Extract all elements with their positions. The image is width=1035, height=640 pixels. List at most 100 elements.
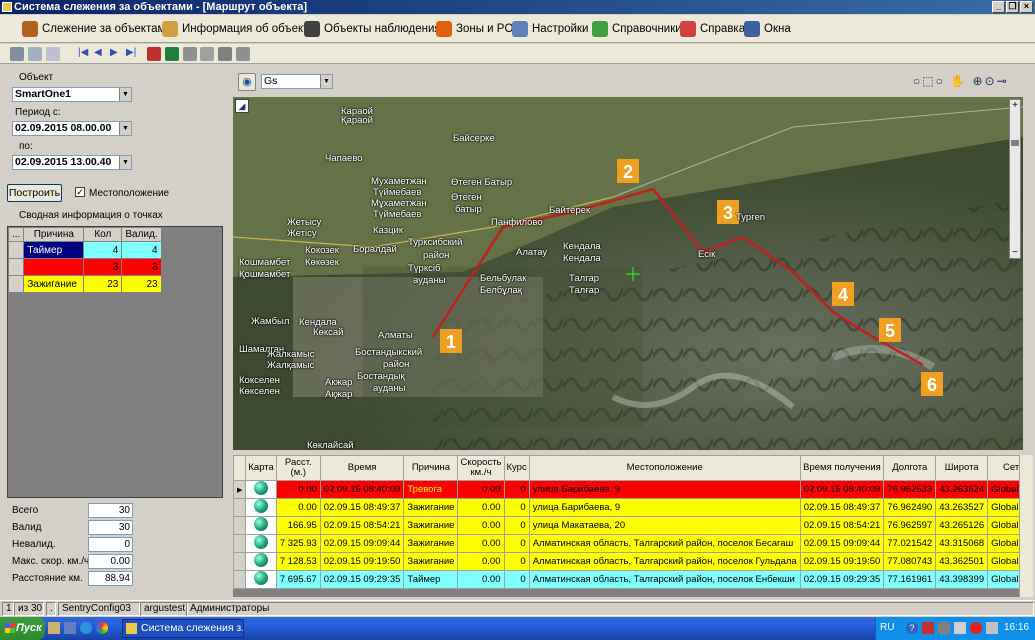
summary-row[interactable]: Тревога 3 3 bbox=[7, 258, 162, 276]
menu-people[interactable]: Слежение за объектами bbox=[22, 19, 172, 39]
grid-header[interactable]: Расст.(м.) bbox=[275, 455, 321, 481]
row-selector[interactable] bbox=[233, 552, 247, 571]
quicklaunch-desktop-icon[interactable] bbox=[64, 622, 76, 634]
next-icon[interactable]: ▶ bbox=[110, 47, 124, 61]
grid-header[interactable]: Широта bbox=[935, 455, 989, 481]
menu-books[interactable]: Справочники bbox=[592, 19, 682, 39]
preview-icon[interactable] bbox=[28, 47, 42, 61]
map-layer-select[interactable]: Gs ▼ bbox=[261, 74, 333, 89]
excel-icon[interactable] bbox=[165, 47, 179, 61]
print-icon[interactable] bbox=[10, 47, 24, 61]
map-view[interactable]: 123456 Караой Қараой Байсерке Чапаево Мухаме… bbox=[233, 97, 1023, 450]
zoom-tool-icon: ⊙ bbox=[984, 74, 997, 88]
last-icon[interactable]: ▶| bbox=[126, 47, 140, 61]
quicklaunch-folder-icon[interactable] bbox=[48, 622, 60, 634]
menu-cone[interactable]: Зоны и POI bbox=[436, 19, 517, 39]
period-to-picker[interactable]: 02.09.2015 13.00.40 ▼ bbox=[12, 155, 132, 170]
table-icon[interactable] bbox=[147, 47, 161, 61]
table-row[interactable]: 7 695.67 02.09.15 09:29:35 Таймер 0.00 0 Алма… bbox=[233, 570, 1033, 589]
prev-icon[interactable]: ◀ bbox=[94, 47, 108, 61]
row-selector[interactable] bbox=[233, 534, 247, 553]
row-selector[interactable] bbox=[7, 241, 25, 259]
summary-row[interactable]: Таймер 4 4 bbox=[7, 241, 162, 259]
grid-header-selector[interactable] bbox=[233, 455, 247, 481]
map-place-label: Көксай bbox=[313, 327, 344, 338]
close-button[interactable]: × bbox=[1020, 1, 1033, 13]
grid-header[interactable]: Долгота bbox=[883, 455, 937, 481]
row-selector[interactable] bbox=[7, 258, 25, 276]
menu-help[interactable]: Справка bbox=[680, 19, 745, 39]
page-icon[interactable] bbox=[46, 47, 60, 61]
map-layers-icon[interactable]: ◉ bbox=[238, 73, 256, 91]
table-row[interactable]: 0.00 02.09.15 08:49:37 Зажигание 0.00 0 улица… bbox=[233, 498, 1033, 517]
zoom-thumb[interactable] bbox=[1011, 140, 1019, 146]
tray-icon-3[interactable] bbox=[954, 622, 966, 634]
taskbar-app-button[interactable]: Система слежения з... bbox=[122, 619, 244, 638]
menu-settings[interactable]: Настройки bbox=[512, 19, 588, 39]
map-globe-cell[interactable] bbox=[245, 480, 277, 499]
map-globe-cell[interactable] bbox=[245, 516, 277, 535]
table-row[interactable]: ▶ 0.00 02.09.15 08:40:09 Тревога 0.00 0 улица … bbox=[233, 480, 1033, 499]
map-place-label: Кендала bbox=[563, 253, 601, 264]
summary-header[interactable]: Причина bbox=[23, 227, 85, 242]
grid-header[interactable]: Курс bbox=[503, 455, 530, 481]
summary-header[interactable]: Валид. bbox=[121, 227, 162, 242]
object-select[interactable]: SmartOne1 ▼ bbox=[12, 87, 132, 102]
filter-apply-icon[interactable] bbox=[236, 47, 250, 61]
zoom-slider[interactable]: + − bbox=[1009, 99, 1021, 259]
grid-cell: 0.00 bbox=[457, 552, 505, 571]
tray-icon-1[interactable] bbox=[922, 622, 934, 634]
grid-cell: Алматинская область, Талгарский район, п… bbox=[528, 570, 801, 589]
quicklaunch-chrome-icon[interactable] bbox=[96, 622, 108, 634]
zoom-in-icon[interactable]: + bbox=[1010, 100, 1020, 111]
map-globe-cell[interactable] bbox=[245, 552, 277, 571]
map-globe-cell[interactable] bbox=[245, 498, 277, 517]
menu-person-info[interactable]: Информация об объектах bbox=[162, 19, 320, 39]
restore-button[interactable]: ❐ bbox=[1006, 1, 1019, 13]
table-row[interactable]: 7 128.53 02.09.15 09:19:50 Зажигание 0.00 0 А… bbox=[233, 552, 1033, 571]
map-place-label: Түймебаев bbox=[373, 187, 422, 198]
map-corner-icon[interactable]: ◢ bbox=[235, 99, 249, 113]
filter-clear-icon[interactable] bbox=[200, 47, 214, 61]
grid-header[interactable]: Время получения bbox=[799, 455, 885, 481]
map-tools[interactable]: ○⬚○ ✋ ⊕⊙⊸ bbox=[913, 74, 1009, 88]
menu-windows[interactable]: Окна bbox=[744, 19, 791, 39]
filter-icon[interactable] bbox=[183, 47, 197, 61]
summary-header[interactable]: Кол bbox=[83, 227, 123, 242]
grid-header[interactable]: Местоположение bbox=[528, 455, 801, 481]
grid-cell: 43.315068 bbox=[935, 534, 989, 553]
grid-header[interactable]: Скорость км./ч bbox=[457, 455, 505, 481]
map-globe-cell[interactable] bbox=[245, 534, 277, 553]
grid-header[interactable]: Карта bbox=[245, 455, 277, 481]
row-selector[interactable] bbox=[233, 516, 247, 535]
summary-row[interactable]: Зажигание 23 23 bbox=[7, 275, 162, 293]
table-row[interactable]: 7 325.93 02.09.15 09:09:44 Зажигание 0.00 0 А… bbox=[233, 534, 1033, 553]
tray-icon-5[interactable] bbox=[986, 622, 998, 634]
first-icon[interactable]: |◀ bbox=[78, 47, 92, 61]
language-indicator[interactable]: RU bbox=[880, 622, 894, 633]
title-bar[interactable]: Система слежения за объектами - [Маршрут… bbox=[0, 0, 1035, 14]
grid-scrollbar[interactable] bbox=[1019, 455, 1033, 597]
grid-cell: 0.00 bbox=[457, 570, 505, 589]
menu-vehicles[interactable]: Объекты наблюдения bbox=[304, 19, 441, 39]
location-checkbox[interactable]: ✓ bbox=[75, 187, 85, 197]
map-globe-cell[interactable] bbox=[245, 570, 277, 589]
grid-header[interactable]: Время bbox=[319, 455, 405, 481]
location-checkbox-label: Местоположение bbox=[89, 188, 170, 199]
tray-icon-2[interactable] bbox=[938, 622, 950, 634]
build-button[interactable]: Построить bbox=[7, 184, 62, 202]
help-tray-icon[interactable]: ? bbox=[906, 622, 918, 634]
table-row[interactable]: 166.95 02.09.15 08:54:21 Зажигание 0.00 0 ули… bbox=[233, 516, 1033, 535]
tray-icon-4[interactable] bbox=[970, 622, 982, 634]
row-selector[interactable]: ▶ bbox=[233, 480, 247, 499]
filter-edit-icon[interactable] bbox=[218, 47, 232, 61]
grid-header[interactable]: Причина bbox=[403, 455, 459, 481]
row-selector[interactable] bbox=[233, 570, 247, 589]
row-selector[interactable] bbox=[233, 498, 247, 517]
summary-header[interactable]: ... bbox=[7, 227, 25, 242]
zoom-out-icon[interactable]: − bbox=[1010, 247, 1020, 258]
minimize-button[interactable]: _ bbox=[992, 1, 1005, 13]
period-from-picker[interactable]: 02.09.2015 08.00.00 ▼ bbox=[12, 121, 132, 136]
quicklaunch-ie-icon[interactable] bbox=[80, 622, 92, 634]
row-selector[interactable] bbox=[7, 275, 25, 293]
